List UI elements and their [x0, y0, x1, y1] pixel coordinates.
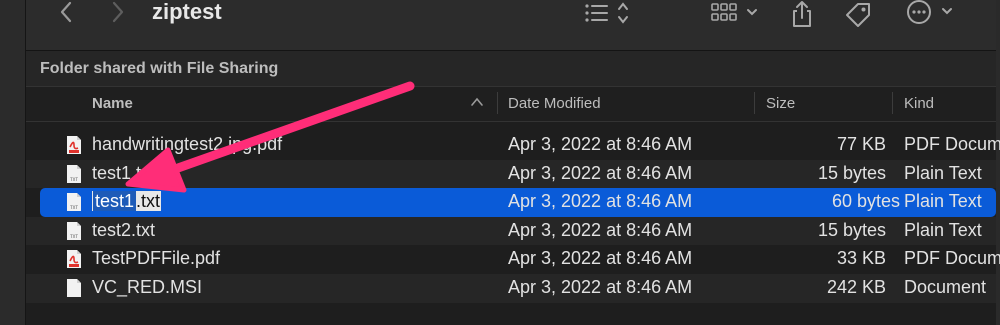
- annotation-arrow: [125, 81, 415, 193]
